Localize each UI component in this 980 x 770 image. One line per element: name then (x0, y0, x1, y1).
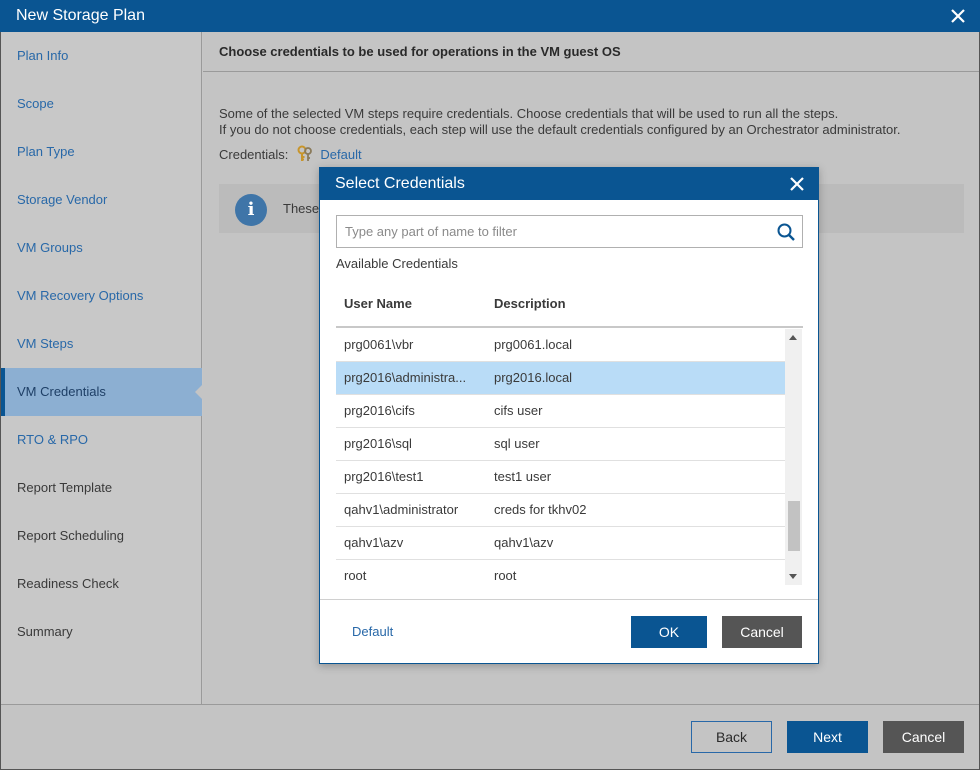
cell-description: test1 user (494, 469, 552, 484)
sidebar-item-vm-recovery-options[interactable]: VM Recovery Options (1, 272, 202, 320)
dialog-close-icon[interactable] (788, 175, 806, 193)
sidebar-item-vm-credentials[interactable]: VM Credentials (1, 368, 203, 416)
cell-description: prg2016.local (494, 370, 573, 385)
cell-user-name: prg2016\test1 (344, 469, 424, 484)
cell-user-name: root (344, 568, 367, 583)
cell-user-name: prg0061\vbr (344, 337, 414, 352)
table-row[interactable]: prg2016\cifs cifs user (336, 395, 785, 428)
window-titlebar: New Storage Plan (0, 0, 980, 32)
wizard-footer: Back Next Cancel (1, 704, 979, 769)
sidebar-item-vm-steps[interactable]: VM Steps (1, 320, 202, 368)
next-button[interactable]: Next (787, 721, 868, 753)
dialog-footer: Default OK Cancel (320, 599, 818, 663)
table-row-selected[interactable]: prg2016\administra... prg2016.local (336, 362, 785, 395)
table-row[interactable]: root root (336, 560, 785, 585)
sidebar-item-storage-vendor[interactable]: Storage Vendor (1, 176, 202, 224)
page-title: Choose credentials to be used for operat… (203, 32, 979, 72)
sidebar-item-readiness-check: Readiness Check (17, 576, 119, 591)
cell-description: prg0061.local (494, 337, 573, 352)
filter-input[interactable] (337, 216, 767, 247)
sidebar-item-report-scheduling: Report Scheduling (17, 528, 124, 543)
select-credentials-dialog: Select Credentials Available Credentials… (319, 167, 819, 664)
default-link[interactable]: Default (352, 624, 393, 639)
search-icon[interactable] (776, 222, 796, 242)
sidebar-item-vm-groups[interactable]: VM Groups (1, 224, 202, 272)
filter-box (336, 215, 803, 248)
cell-description: qahv1\azv (494, 535, 554, 550)
cell-user-name: qahv1\administrator (344, 502, 459, 517)
table-body: prg0061\vbr prg0061.local prg2016\admini… (336, 329, 785, 585)
back-button[interactable]: Back (691, 721, 772, 753)
info-icon: i (235, 194, 267, 226)
scrollbar-thumb[interactable] (788, 501, 800, 551)
description-line-1: Some of the selected VM steps require cr… (219, 106, 839, 121)
sidebar-item-summary: Summary (17, 624, 73, 639)
scroll-down-arrow-icon[interactable] (789, 574, 797, 579)
info-text: These (283, 201, 320, 216)
scroll-up-arrow-icon[interactable] (789, 335, 797, 340)
cell-user-name: prg2016\cifs (344, 403, 415, 418)
table-row[interactable]: prg2016\sql sql user (336, 428, 785, 461)
table-scrollbar[interactable] (785, 329, 802, 585)
close-icon[interactable] (948, 6, 968, 26)
dialog-cancel-button[interactable]: Cancel (722, 616, 802, 648)
ok-button[interactable]: OK (631, 616, 707, 648)
credentials-label: Credentials: (219, 146, 289, 162)
sidebar-item-scope[interactable]: Scope (1, 80, 202, 128)
cell-user-name: prg2016\sql (344, 436, 412, 451)
cell-description: creds for tkhv02 (494, 502, 587, 517)
window-title: New Storage Plan (16, 7, 145, 24)
cell-description: root (494, 568, 517, 583)
column-header-description[interactable]: Description (494, 296, 566, 311)
available-credentials-label: Available Credentials (336, 256, 458, 271)
cell-user-name: qahv1\azv (344, 535, 404, 550)
sidebar-item-rto-rpo[interactable]: RTO & RPO (1, 416, 202, 464)
table-row[interactable]: qahv1\administrator creds for tkhv02 (336, 494, 785, 527)
description-line-2: If you do not choose credentials, each s… (219, 122, 901, 137)
wizard-sidebar: Plan Info Scope Plan Type Storage Vendor… (1, 32, 203, 704)
table-header: User Name Description (336, 288, 803, 328)
sidebar-item-report-template: Report Template (17, 480, 113, 495)
cell-description: sql user (494, 436, 540, 451)
table-row[interactable]: prg0061\vbr prg0061.local (336, 329, 785, 362)
dialog-title: Select Credentials (335, 175, 465, 192)
cell-user-name: prg2016\administra... (344, 370, 467, 385)
dialog-titlebar: Select Credentials (320, 168, 818, 200)
credentials-link[interactable]: Default (320, 147, 361, 162)
sidebar-item-plan-type[interactable]: Plan Type (1, 128, 202, 176)
sidebar-item-plan-info[interactable]: Plan Info (1, 32, 202, 80)
cell-description: cifs user (494, 403, 543, 418)
credentials-table: User Name Description prg0061\vbr prg006… (336, 288, 803, 585)
table-row[interactable]: qahv1\azv qahv1\azv (336, 527, 785, 560)
keys-icon (296, 145, 314, 163)
credentials-row: Credentials: Default (219, 145, 362, 163)
column-header-user-name[interactable]: User Name (344, 296, 412, 311)
table-row[interactable]: prg2016\test1 test1 user (336, 461, 785, 494)
cancel-button[interactable]: Cancel (883, 721, 964, 753)
